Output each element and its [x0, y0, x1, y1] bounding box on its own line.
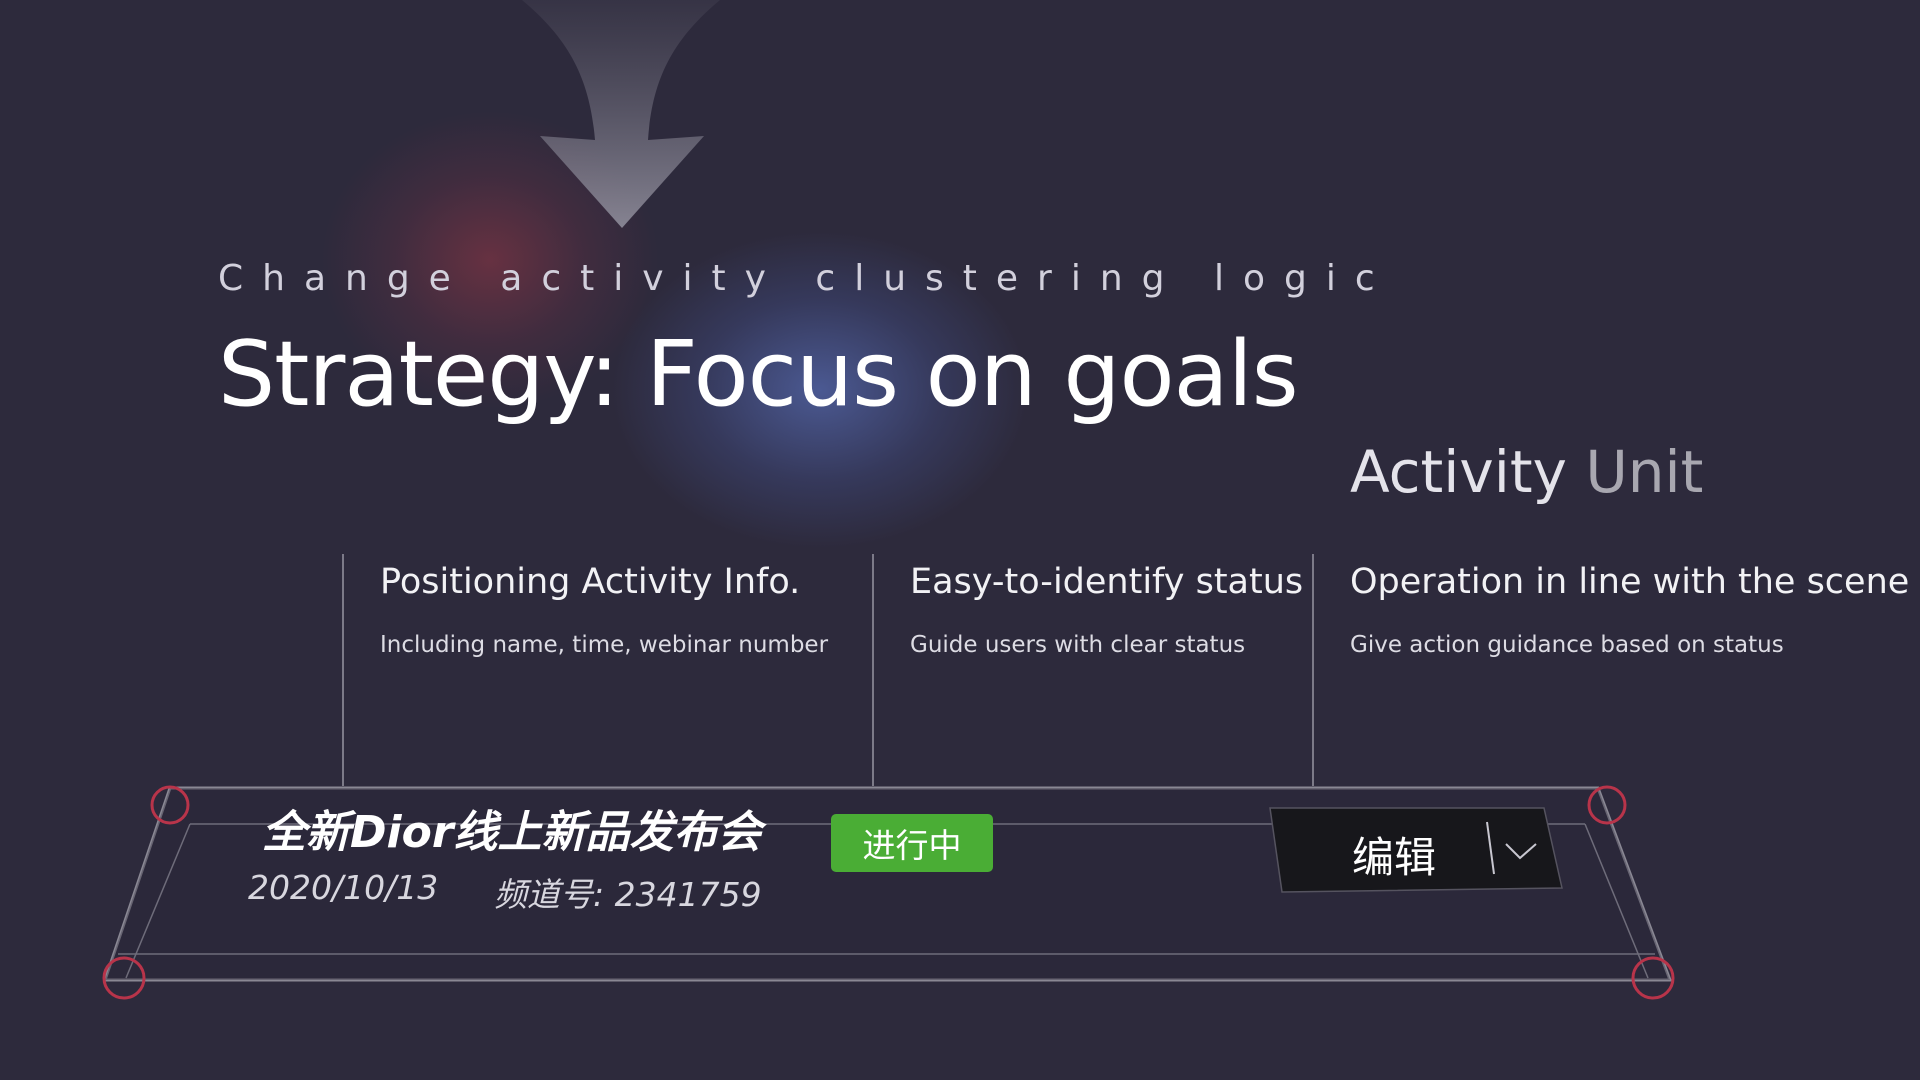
status-badge: 进行中	[831, 814, 993, 872]
activity-unit-frame	[102, 785, 1675, 1000]
activity-channel-number: 频道号: 2341759	[494, 875, 762, 914]
chevron-down-icon[interactable]	[1498, 832, 1548, 872]
activity-date: 2020/10/13	[248, 868, 439, 907]
edit-button-label[interactable]: 编辑	[1352, 824, 1436, 885]
activity-name[interactable]: 全新Dior线上新品发布会	[262, 796, 762, 860]
